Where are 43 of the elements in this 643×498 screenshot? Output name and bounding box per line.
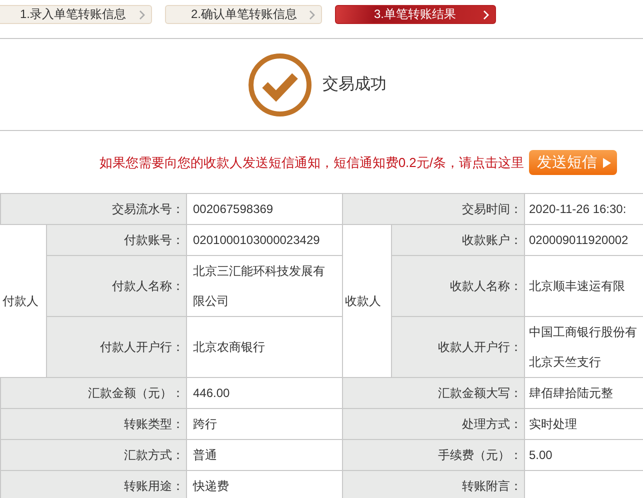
party-label: 付款人 — [0, 224, 46, 378]
field-label: 收款账户： — [392, 224, 524, 256]
field-label: 转账类型： — [0, 408, 186, 440]
field-label: 交易流水号： — [0, 194, 186, 224]
field-value: 5.00 — [524, 440, 643, 470]
chevron-icon — [483, 10, 489, 20]
field-label: 收款人名称： — [392, 256, 524, 316]
field-value: 002067598369 — [186, 194, 342, 224]
result-message: 交易成功 — [322, 74, 386, 95]
field-value: 北京顺丰速运有限 — [524, 256, 643, 316]
field-label: 付款人开户行： — [46, 316, 186, 378]
field-label: 转账用途： — [0, 470, 186, 498]
field-value: 2020-11-26 16:30: — [524, 194, 643, 224]
chevron-icon — [139, 10, 145, 20]
field-value: 北京农商银行 — [186, 316, 342, 378]
field-value: 中国工商银行股份有 北京天竺支行 — [524, 316, 643, 378]
checkmark-circle-icon — [246, 52, 312, 118]
party-label: 收款人 — [342, 224, 392, 378]
field-value: 肆佰肆拾陆元整 — [524, 378, 643, 408]
field-label: 手续费（元）： — [342, 440, 524, 470]
field-value: 实时处理 — [524, 408, 643, 440]
field-value: 普通 — [186, 440, 342, 470]
field-label: 处理方式： — [342, 408, 524, 440]
field-label: 转账附言： — [342, 470, 524, 498]
step-tab[interactable]: 1.录入单笔转账信息 — [0, 5, 152, 24]
field-value: 北京三汇能环科技发展有限公司 — [186, 256, 342, 316]
field-value: 跨行 — [186, 408, 342, 440]
sms-notice: 如果您需要向您的收款人发送短信通知，短信通知费0.2元/条，请点击这里 — [99, 154, 524, 172]
step-tab[interactable]: 3.单笔转账结果 — [335, 5, 496, 24]
field-label: 汇款方式： — [0, 440, 186, 470]
field-label: 汇款金额（元）： — [0, 378, 186, 408]
step-tab[interactable]: 2.确认单笔转账信息 — [165, 5, 322, 24]
play-icon — [603, 158, 611, 168]
field-value: 0201000103000023429 — [186, 224, 342, 256]
field-label: 交易时间： — [342, 194, 524, 224]
field-value: 快递费 — [186, 470, 342, 498]
chevron-icon — [309, 10, 315, 20]
field-value: 020009011920002 — [524, 224, 643, 256]
field-label: 汇款金额大写： — [342, 378, 524, 408]
field-label: 付款账号： — [46, 224, 186, 256]
field-value: 446.00 — [186, 378, 342, 408]
field-label: 收款人开户行： — [392, 316, 524, 378]
field-label: 付款人名称： — [46, 256, 186, 316]
